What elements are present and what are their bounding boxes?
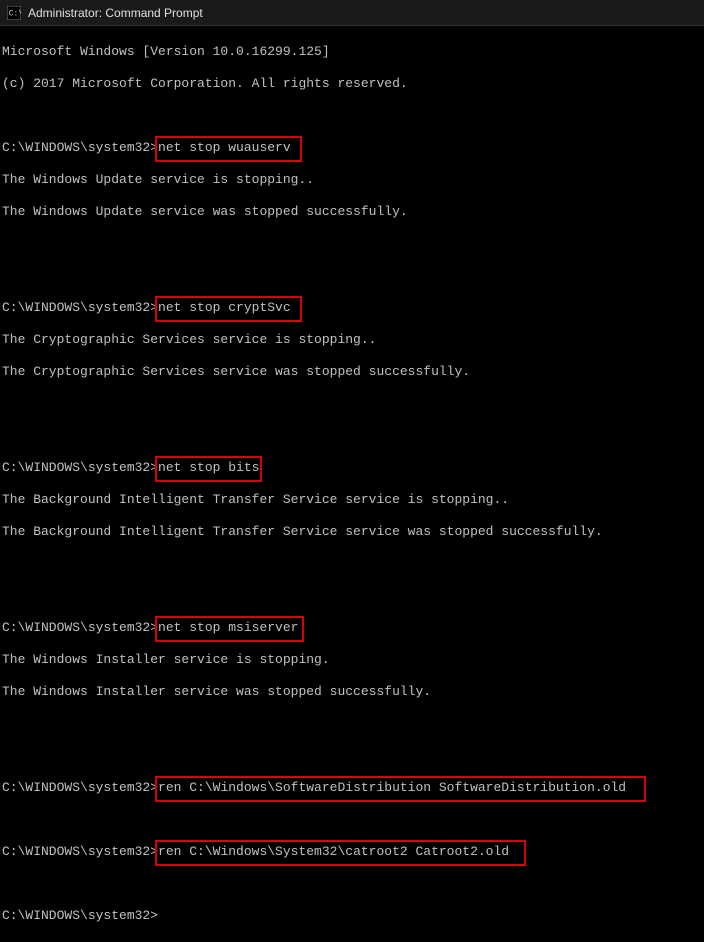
terminal-line: (c) 2017 Microsoft Corporation. All righ…: [2, 76, 702, 92]
prompt: C:\WINDOWS\system32>: [2, 460, 158, 475]
terminal-line: [2, 428, 702, 444]
terminal-line: [2, 588, 702, 604]
terminal-line: [2, 812, 702, 828]
prompt: C:\WINDOWS\system32>: [2, 908, 158, 923]
terminal-line: The Cryptographic Services service was s…: [2, 364, 702, 380]
window-titlebar: C:\ Administrator: Command Prompt: [0, 0, 704, 26]
command-text: net stop wuauserv: [158, 140, 291, 156]
command-text: net stop msiserver: [158, 620, 298, 636]
terminal-line: [2, 236, 702, 252]
command-text: ren C:\Windows\System32\catroot2 Catroot…: [158, 844, 509, 860]
svg-text:C:\: C:\: [9, 9, 21, 18]
terminal-line: The Windows Installer service was stoppe…: [2, 684, 702, 700]
prompt: C:\WINDOWS\system32>: [2, 844, 158, 859]
prompt: C:\WINDOWS\system32>: [2, 780, 158, 795]
terminal-prompt-line: C:\WINDOWS\system32>: [2, 908, 702, 924]
terminal-line: [2, 876, 702, 892]
command-text: net stop bits: [158, 460, 259, 476]
terminal-line: [2, 396, 702, 412]
terminal-line: The Background Intelligent Transfer Serv…: [2, 524, 702, 540]
command-text: ren C:\Windows\SoftwareDistribution Soft…: [158, 780, 626, 796]
terminal-line: [2, 556, 702, 572]
terminal-line: The Cryptographic Services service is st…: [2, 332, 702, 348]
terminal-line: [2, 268, 702, 284]
prompt: C:\WINDOWS\system32>: [2, 140, 158, 155]
terminal-line: [2, 748, 702, 764]
command-text: net stop cryptSvc: [158, 300, 291, 316]
terminal-line: Microsoft Windows [Version 10.0.16299.12…: [2, 44, 702, 60]
terminal-line: [2, 108, 702, 124]
prompt: C:\WINDOWS\system32>: [2, 620, 158, 635]
window-title: Administrator: Command Prompt: [28, 6, 203, 20]
terminal-line: The Windows Update service was stopped s…: [2, 204, 702, 220]
terminal-prompt-line: C:\WINDOWS\system32>ren C:\Windows\Softw…: [2, 780, 702, 796]
terminal-line: The Background Intelligent Transfer Serv…: [2, 492, 702, 508]
terminal-output[interactable]: Microsoft Windows [Version 10.0.16299.12…: [0, 26, 704, 942]
terminal-prompt-line: C:\WINDOWS\system32>ren C:\Windows\Syste…: [2, 844, 702, 860]
terminal-prompt-line: C:\WINDOWS\system32>net stop cryptSvc: [2, 300, 702, 316]
terminal-line: The Windows Installer service is stoppin…: [2, 652, 702, 668]
terminal-prompt-line: C:\WINDOWS\system32>net stop bits: [2, 460, 702, 476]
terminal-line: [2, 716, 702, 732]
cmd-icon: C:\: [6, 5, 22, 21]
terminal-prompt-line: C:\WINDOWS\system32>net stop wuauserv: [2, 140, 702, 156]
prompt: C:\WINDOWS\system32>: [2, 300, 158, 315]
terminal-prompt-line: C:\WINDOWS\system32>net stop msiserver: [2, 620, 702, 636]
terminal-line: The Windows Update service is stopping..: [2, 172, 702, 188]
